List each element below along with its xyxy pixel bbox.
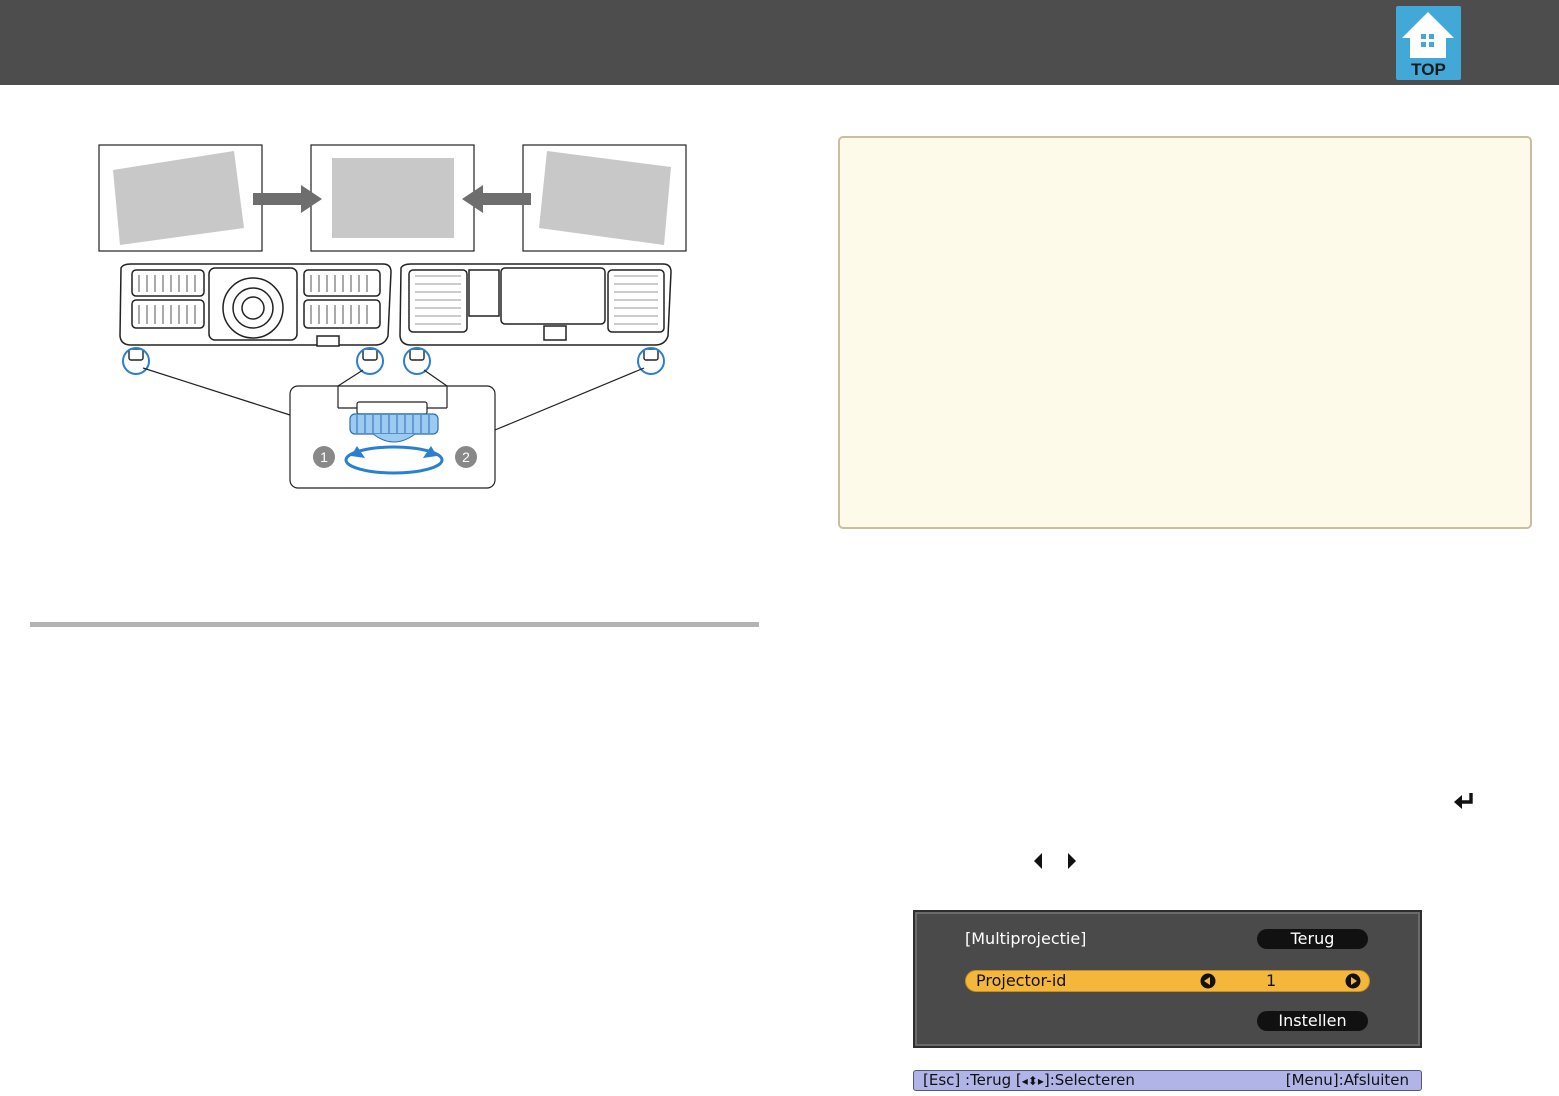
top-button[interactable]: TOP: [1396, 6, 1461, 80]
increase-arrow-icon[interactable]: [1345, 973, 1361, 989]
section-divider: [30, 622, 759, 627]
projector-feet: [128, 348, 659, 361]
projector-front: [119, 263, 392, 347]
decrease-arrow-icon[interactable]: [1200, 973, 1216, 989]
top-label: TOP: [1411, 60, 1446, 79]
set-button[interactable]: Instellen: [1257, 1011, 1368, 1031]
screen-level: [310, 144, 475, 252]
home-icon: [1402, 12, 1454, 58]
foot-adjust-figure: 1 2: [95, 140, 695, 500]
foot-highlight-circles: [122, 347, 665, 375]
foot-zoom-inset: 1 2: [289, 385, 496, 489]
status-left: [Esc] :Terug [◂⬍▸]:Selecteren: [923, 1071, 1135, 1091]
projector-id-value: 1: [1266, 971, 1277, 990]
multiprojection-menu: [Multiprojectie] Terug Projector-id 1 In…: [913, 910, 1422, 1048]
note-box: [838, 136, 1532, 529]
header-bar: [0, 0, 1559, 85]
status-select: ]:Selecteren: [1043, 1071, 1135, 1089]
callout-1: 1: [320, 449, 328, 465]
screen-tilted-left: [98, 144, 263, 252]
enter-return-icon: [1454, 793, 1473, 809]
status-esc: [Esc] :Terug: [923, 1071, 1012, 1089]
status-menu: [Menu]:Afsluiten: [1285, 1071, 1409, 1089]
menu-status-bar: [Esc] :Terug [◂⬍▸]:Selecteren [Menu]:Afs…: [913, 1070, 1422, 1091]
menu-title: [Multiprojectie]: [965, 929, 1087, 948]
back-button[interactable]: Terug: [1257, 929, 1368, 949]
triangle-left-icon: [1034, 853, 1042, 869]
projector-id-row[interactable]: Projector-id 1: [965, 970, 1370, 992]
projector-id-label: Projector-id: [976, 971, 1067, 990]
navigation-arrows-icon: ◂⬍▸: [1021, 1074, 1044, 1088]
triangle-right-icon: [1068, 853, 1076, 869]
screen-tilted-right: [522, 144, 687, 252]
callout-2: 2: [462, 449, 470, 465]
